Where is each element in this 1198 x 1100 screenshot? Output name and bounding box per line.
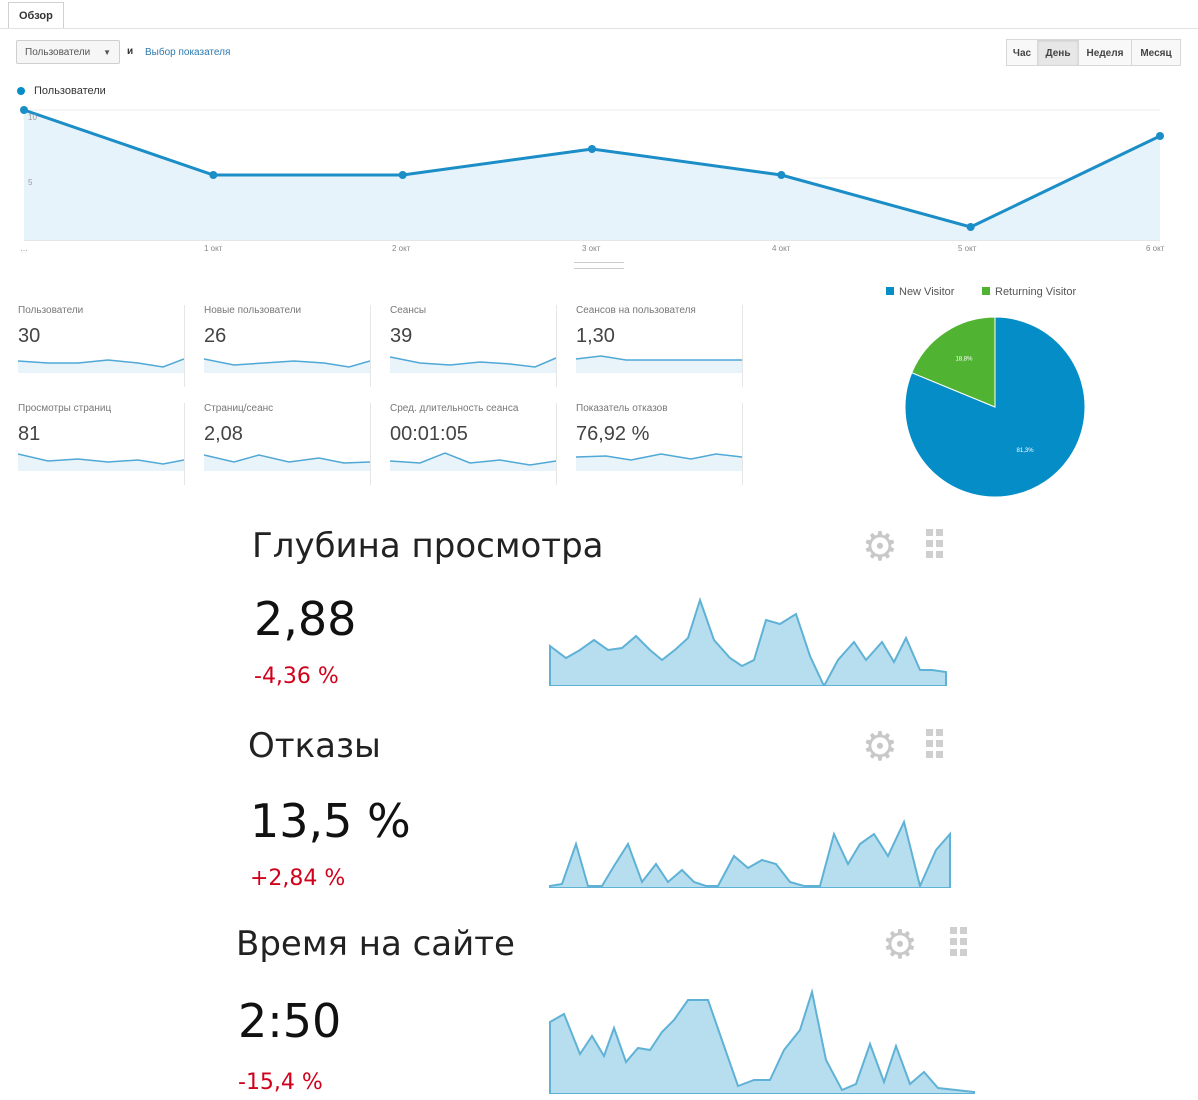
series-legend-marker: [17, 87, 25, 95]
data-point: [777, 171, 786, 179]
data-point: [588, 145, 596, 153]
scorecard-value: 39: [390, 325, 413, 347]
scorecard-value: 00:01:05: [390, 423, 468, 445]
period-month-button[interactable]: Месяц: [1131, 39, 1181, 66]
scorecard-sparkline: [576, 453, 742, 471]
scorecard-sparkline: [390, 356, 556, 373]
tab-divider: [0, 28, 1198, 29]
y-tick-label-max: 10: [28, 113, 37, 122]
scorecard-sparkline: [204, 454, 370, 471]
gear-icon[interactable]: ⚙: [882, 925, 918, 965]
scorecard-sparkline: [390, 452, 556, 471]
data-point: [209, 171, 218, 179]
scorecard-label: Сеансов на пользователя: [576, 305, 696, 316]
choose-metric-link[interactable]: Выбор показателя: [145, 47, 230, 58]
scorecard-value: 2,08: [204, 423, 243, 445]
scorecard-label: Показатель отказов: [576, 403, 668, 414]
widget-sparkline: [549, 596, 947, 686]
widget-value: 13,5 %: [250, 794, 411, 848]
scorecard-avg-session-duration[interactable]: Сред. длительность сеанса 00:01:05: [390, 403, 557, 485]
scorecard-label: Сред. длительность сеанса: [390, 403, 519, 414]
scorecard-sessions[interactable]: Сеансы 39: [390, 305, 557, 387]
widget-delta: +2,84 %: [250, 866, 346, 891]
drag-handle-icon[interactable]: [950, 925, 974, 965]
scorecard-pageviews[interactable]: Просмотры страниц 81: [18, 403, 185, 485]
period-day-button[interactable]: День: [1037, 39, 1079, 66]
pie-legend-label: Returning Visitor: [995, 286, 1077, 298]
widget-sparkline: [549, 988, 975, 1094]
scorecard-sparkline: [18, 358, 184, 373]
pie-legend-returning: Returning Visitor: [982, 286, 1076, 298]
y-tick-label-mid: 5: [28, 178, 33, 187]
widget-title-time-on-site: Время на сайте: [236, 924, 515, 964]
drag-handle-icon[interactable]: [926, 727, 950, 767]
scorecard-value: 1,30: [576, 325, 615, 347]
visitor-type-pie-chart: 81,3% 18,8%: [904, 316, 1086, 498]
data-point: [398, 171, 407, 179]
x-tick-label: 4 окт: [772, 244, 791, 253]
x-tick-label: 5 окт: [958, 244, 977, 253]
scorecard-label: Просмотры страниц: [18, 403, 112, 414]
scorecard-value: 26: [204, 325, 227, 347]
drag-handle-icon[interactable]: [926, 527, 950, 567]
legend-swatch: [886, 287, 894, 295]
widget-value: 2,88: [254, 592, 357, 646]
scorecard-users[interactable]: Пользователи 30: [18, 305, 185, 387]
pie-slice-label: 18,8%: [955, 357, 973, 363]
chevron-down-icon: ▼: [103, 48, 111, 57]
widget-title-page-depth: Глубина просмотра: [252, 526, 604, 566]
and-label: и: [127, 46, 134, 57]
metric-dropdown[interactable]: Пользователи ▼: [16, 40, 120, 64]
series-area: [24, 110, 1160, 240]
series-legend-label: Пользователи: [34, 85, 106, 97]
pie-legend-label: New Visitor: [899, 286, 955, 298]
scorecard-label: Новые пользователи: [204, 305, 302, 316]
period-week-button[interactable]: Неделя: [1078, 39, 1132, 66]
pie-legend-new: New Visitor: [886, 286, 954, 298]
data-point: [20, 106, 28, 114]
tab-overview[interactable]: Обзор: [8, 2, 64, 29]
x-tick-label: 3 окт: [582, 244, 601, 253]
legend-swatch: [982, 287, 990, 295]
scorecard-value: 81: [18, 423, 41, 445]
data-point: [1156, 132, 1164, 140]
scorecard-sparkline: [204, 358, 370, 373]
gear-icon[interactable]: ⚙: [862, 727, 898, 767]
scorecard-label: Пользователи: [18, 305, 84, 316]
data-point: [966, 223, 975, 231]
x-tick-label: 2 окт: [392, 244, 411, 253]
scorecard-pages-per-session[interactable]: Страниц/сеанс 2,08: [204, 403, 371, 485]
scorecard-new-users[interactable]: Новые пользователи 26: [204, 305, 371, 387]
period-hour-button[interactable]: Час: [1006, 39, 1038, 66]
scorecard-value: 76,92 %: [576, 423, 650, 445]
widget-sparkline: [549, 819, 951, 888]
scorecard-sessions-per-user[interactable]: Сеансов на пользователя 1,30: [576, 305, 743, 387]
widget-title-bounces: Отказы: [248, 726, 381, 766]
x-tick-label: …: [20, 244, 28, 253]
scorecard-sparkline: [576, 355, 742, 373]
widget-delta: -15,4 %: [238, 1070, 323, 1095]
scorecard-label: Сеансы: [390, 305, 427, 316]
gear-icon[interactable]: ⚙: [862, 527, 898, 567]
metric-dropdown-value: Пользователи: [25, 47, 91, 58]
pie-slice-label: 81,3%: [1017, 448, 1035, 454]
widget-delta: -4,36 %: [254, 664, 339, 689]
scorecard-label: Страниц/сеанс: [204, 403, 274, 414]
scorecard-value: 30: [18, 325, 41, 347]
users-line-chart: 10 5: [20, 106, 1164, 241]
scorecard-bounce-rate[interactable]: Показатель отказов 76,92 %: [576, 403, 743, 485]
widget-value: 2:50: [238, 994, 342, 1048]
chart-range-handle[interactable]: [574, 262, 624, 269]
x-tick-label: 6 окт: [1146, 244, 1165, 253]
scorecard-sparkline: [18, 453, 184, 471]
x-tick-label: 1 окт: [204, 244, 223, 253]
